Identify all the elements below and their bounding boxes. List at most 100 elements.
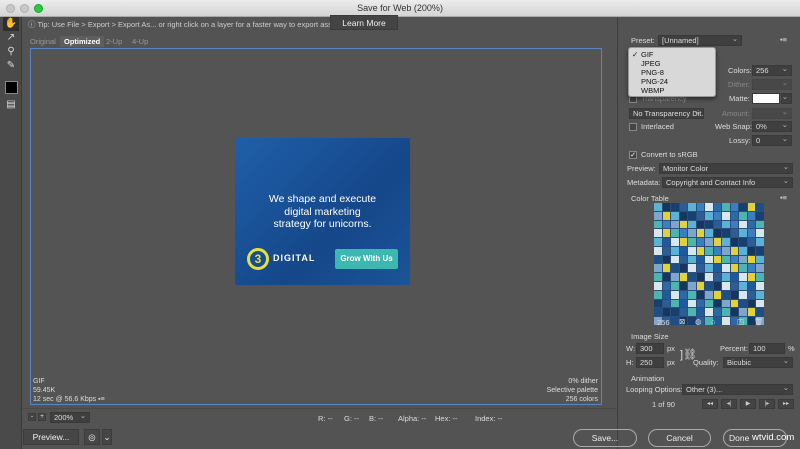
color-swatch[interactable] [696,203,705,211]
color-swatch[interactable] [747,255,756,264]
last-frame-button[interactable]: ▸▸ [778,399,794,409]
color-swatch[interactable] [662,290,671,299]
color-swatch[interactable] [654,246,662,255]
color-swatch[interactable] [747,308,756,317]
color-swatch[interactable] [756,229,764,238]
first-frame-button[interactable]: ◂◂ [702,399,718,409]
play-button[interactable]: ▶ [740,399,756,409]
color-swatch[interactable] [713,273,722,282]
color-swatch[interactable] [722,220,730,229]
color-swatch[interactable] [722,238,730,246]
color-swatch[interactable] [747,238,756,246]
color-swatch[interactable] [654,220,662,229]
color-swatch[interactable] [739,229,747,238]
transparency-dither-select[interactable]: No Transparency Dit... [629,108,704,119]
color-swatch[interactable] [756,211,764,220]
color-swatch[interactable] [705,238,713,246]
color-swatch[interactable] [688,238,696,246]
color-swatch[interactable] [713,211,722,220]
tab-4-up[interactable]: 4-Up [128,36,152,47]
color-swatch[interactable] [688,229,696,238]
color-swatch[interactable] [756,255,764,264]
format-option-jpeg[interactable]: JPEG [629,59,715,68]
color-swatch[interactable] [662,238,671,246]
zoom-in-button[interactable]: + [38,413,46,421]
minimize-window-button[interactable] [20,4,29,13]
map-to-transparent-icon[interactable]: ⊠ [679,317,685,326]
color-swatch[interactable] [696,299,705,308]
color-swatch[interactable] [739,282,747,290]
color-swatch[interactable] [756,290,764,299]
color-swatch[interactable] [696,220,705,229]
color-swatch[interactable] [688,299,696,308]
color-swatch[interactable] [662,308,671,317]
percent-input[interactable]: 100 [749,343,785,354]
color-swatch[interactable] [713,220,722,229]
color-swatch[interactable] [688,255,696,264]
color-swatch[interactable] [671,238,679,246]
learn-more-button[interactable]: Learn More [330,15,398,30]
color-swatch[interactable] [730,273,739,282]
zoom-tool-icon[interactable]: ⚲ [3,45,19,59]
color-table-menu-icon[interactable]: ▪≡ [780,193,787,202]
format-option-gif[interactable]: ✓ GIF [629,50,715,59]
color-swatch[interactable] [662,203,671,211]
color-swatch[interactable] [730,229,739,238]
eyedropper-color-swatch[interactable] [5,81,18,94]
color-swatch[interactable] [688,290,696,299]
color-swatch[interactable] [713,308,722,317]
color-swatch[interactable] [671,299,679,308]
color-swatch[interactable] [696,246,705,255]
color-swatch[interactable] [654,308,662,317]
color-swatch[interactable] [739,264,747,273]
panel-menu-icon[interactable]: ▪≡ [780,35,787,44]
zoom-window-button[interactable] [34,4,43,13]
color-swatch[interactable] [671,273,679,282]
eyedropper-tool-icon[interactable]: ✎ [3,59,19,73]
color-swatch[interactable] [654,264,662,273]
color-swatch[interactable] [739,246,747,255]
color-swatch[interactable] [722,246,730,255]
color-swatch[interactable] [654,229,662,238]
color-swatch[interactable] [654,290,662,299]
color-swatch[interactable] [671,203,679,211]
color-swatch[interactable] [756,282,764,290]
color-swatch[interactable] [671,211,679,220]
color-swatch[interactable] [730,246,739,255]
color-swatch[interactable] [705,211,713,220]
color-swatch[interactable] [705,229,713,238]
toggle-slices-icon[interactable]: ▤ [3,98,19,112]
color-swatch[interactable] [696,255,705,264]
lossy-select[interactable]: 0 [752,135,792,146]
color-swatch[interactable] [756,220,764,229]
color-swatch[interactable] [705,282,713,290]
color-swatch[interactable] [662,220,671,229]
color-swatch[interactable] [722,299,730,308]
color-swatch[interactable] [747,246,756,255]
color-swatch[interactable] [688,211,696,220]
color-swatch[interactable] [671,246,679,255]
color-swatch[interactable] [654,203,662,211]
color-swatch[interactable] [730,220,739,229]
color-swatch[interactable] [654,299,662,308]
quality-select[interactable]: Bicubic [723,357,793,368]
color-swatch[interactable] [679,229,688,238]
color-swatch[interactable] [696,273,705,282]
color-swatch[interactable] [654,211,662,220]
close-window-button[interactable] [6,4,15,13]
color-swatch[interactable] [747,229,756,238]
color-swatch[interactable] [662,229,671,238]
color-swatch[interactable] [671,220,679,229]
color-swatch[interactable] [688,220,696,229]
color-swatch[interactable] [671,255,679,264]
color-swatch[interactable] [705,220,713,229]
color-swatch[interactable] [671,290,679,299]
color-swatch[interactable] [730,264,739,273]
metadata-select[interactable]: Copyright and Contact Info [662,177,793,188]
color-swatch[interactable] [696,238,705,246]
color-swatch[interactable] [722,317,730,325]
hand-tool-icon[interactable]: ✋ [3,17,19,31]
preview-button[interactable]: Preview... [23,429,79,445]
color-swatch[interactable] [662,246,671,255]
color-swatch[interactable] [722,290,730,299]
